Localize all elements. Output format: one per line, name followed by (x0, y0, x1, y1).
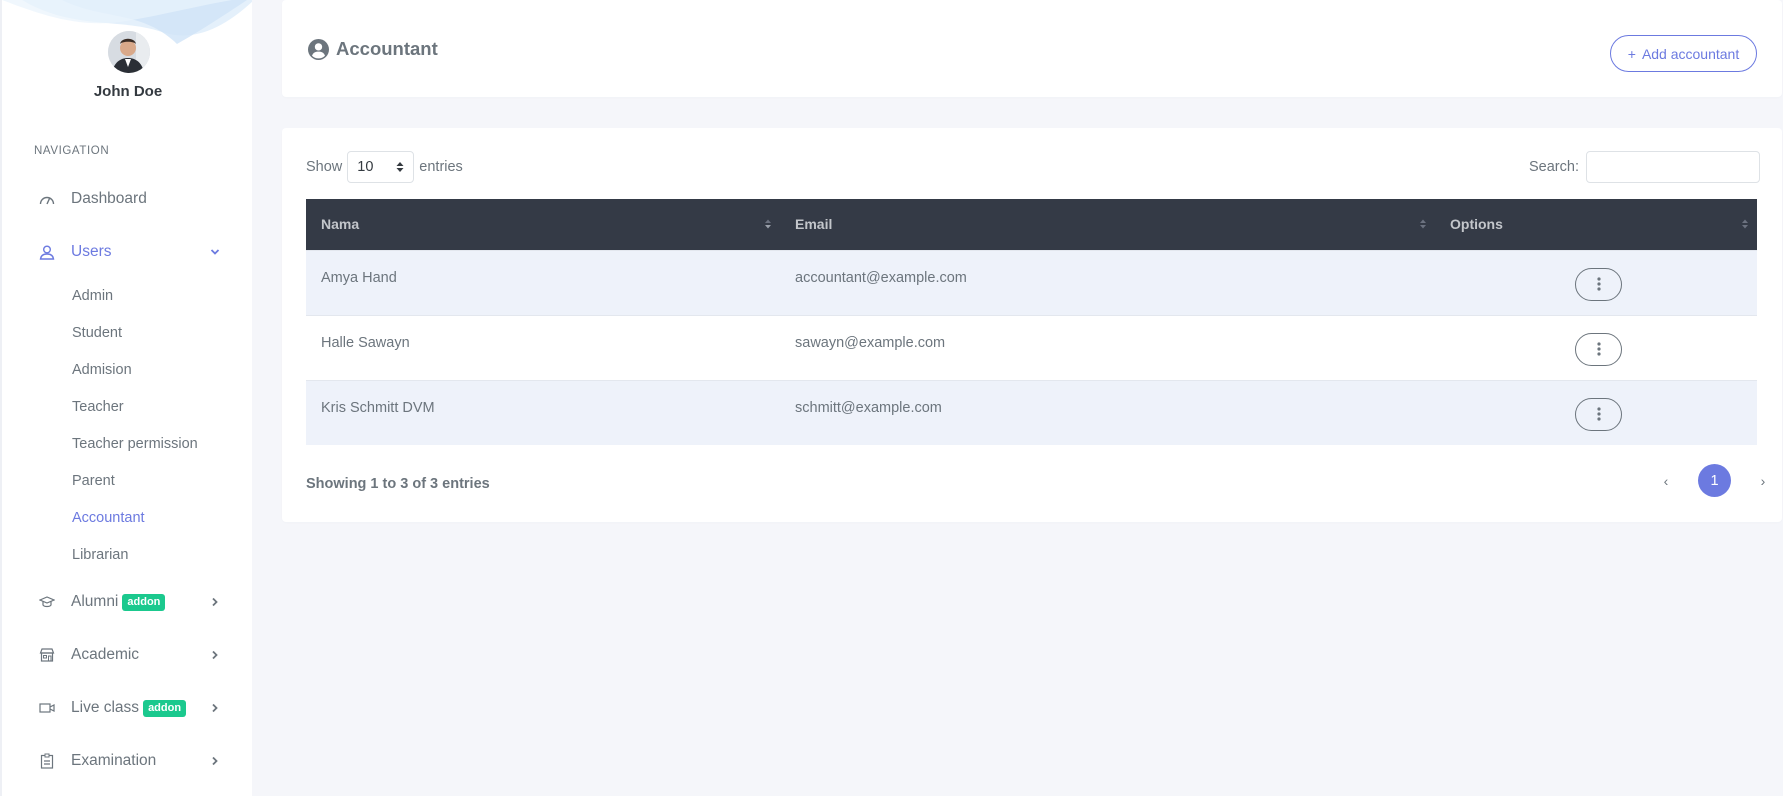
user-circle-icon (308, 38, 329, 60)
sidebar-item-label-wrap: Live class addon (71, 699, 187, 717)
sidebar-subitem-accountant[interactable]: Accountant (72, 510, 145, 526)
clipboard-icon (38, 752, 56, 770)
page-title: Accountant (308, 38, 438, 60)
cell-name: Halle Sawayn (321, 334, 410, 351)
column-header-label: Nama (321, 216, 360, 233)
add-accountant-label: Add accountant (1641, 45, 1740, 62)
table-header-row: Nama Email Options (306, 199, 1757, 250)
addon-badge: addon (143, 699, 187, 717)
sidebar-subitem-parent[interactable]: Parent (72, 473, 115, 489)
sort-icon (765, 219, 771, 229)
sidebar: John Doe NAVIGATION Dashboard Users Admi… (0, 0, 252, 796)
cell-options (1435, 380, 1757, 445)
sidebar-item-label: Alumni (71, 593, 119, 610)
sidebar-item-label: Users (71, 243, 112, 260)
column-header-label: Options (1450, 216, 1503, 233)
search-input[interactable] (1585, 151, 1760, 183)
cell-email: sawayn@example.com (795, 334, 946, 351)
chevron-down-icon (210, 249, 220, 255)
table-row: Halle Sawayn sawayn@example.com (306, 315, 1757, 380)
plus-icon: + (1627, 45, 1636, 62)
table-row: Amya Hand accountant@example.com (306, 250, 1757, 315)
sidebar-subitem-teacher-permission[interactable]: Teacher permission (72, 436, 198, 452)
table-row: Kris Schmitt DVM schmitt@example.com (306, 380, 1757, 445)
cell-options (1435, 250, 1757, 315)
chevron-right-icon (212, 703, 218, 713)
sidebar-subitem-admin[interactable]: Admin (72, 288, 113, 304)
sidebar-item-examination[interactable]: Examination (2, 746, 252, 776)
dashboard-gauge-icon (38, 190, 56, 208)
school-building-icon (38, 646, 56, 664)
page-length-control: Show 10 entries (306, 151, 463, 183)
more-vertical-icon (1596, 407, 1601, 421)
accountant-table: Nama Email Options Amya Hand accountant@… (306, 199, 1757, 445)
sidebar-item-live-class[interactable]: Live class addon (2, 693, 252, 723)
page-length-select[interactable]: 10 (347, 151, 415, 183)
navigation-heading: NAVIGATION (34, 145, 110, 157)
cell-email: schmitt@example.com (795, 399, 942, 416)
page-button-current[interactable]: 1 (1698, 464, 1731, 497)
sidebar-item-label: Examination (71, 752, 157, 769)
addon-badge: addon (122, 593, 166, 611)
avatar[interactable] (108, 31, 150, 73)
add-accountant-button[interactable]: + Add accountant (1610, 35, 1757, 72)
sidebar-item-label: Dashboard (71, 190, 147, 207)
graduation-cap-icon (38, 593, 56, 611)
cell-name: Amya Hand (321, 269, 397, 286)
sort-icon (1420, 219, 1426, 229)
column-header-nama[interactable]: Nama (306, 199, 780, 250)
row-options-button[interactable] (1575, 397, 1622, 431)
sort-icon (1742, 219, 1748, 229)
previous-page-button[interactable]: ‹ (1649, 465, 1683, 497)
chevron-right-icon (212, 650, 218, 660)
sidebar-item-dashboard[interactable]: Dashboard (2, 184, 252, 214)
page-length-value: 10 (357, 159, 374, 175)
cell-options (1435, 315, 1757, 380)
more-vertical-icon (1596, 277, 1601, 291)
select-arrows-icon (396, 162, 404, 172)
sidebar-item-label-wrap: Alumni addon (71, 593, 166, 611)
sidebar-item-users[interactable]: Users (2, 237, 252, 267)
column-header-email[interactable]: Email (780, 199, 1435, 250)
sidebar-subitem-admision[interactable]: Admision (72, 362, 132, 378)
entries-label: entries (419, 159, 463, 175)
table-info: Showing 1 to 3 of 3 entries (306, 476, 490, 492)
accountant-table-card: Show 10 entries Search: Nama Email Optio… (282, 128, 1782, 522)
more-vertical-icon (1596, 342, 1601, 356)
sidebar-subitem-student[interactable]: Student (72, 325, 122, 341)
row-options-button[interactable] (1575, 332, 1622, 366)
sidebar-item-alumni[interactable]: Alumni addon (2, 587, 252, 617)
column-header-options[interactable]: Options (1435, 199, 1757, 250)
show-label: Show (306, 159, 343, 175)
sidebar-item-academic[interactable]: Academic (2, 640, 252, 670)
page-header-card: Accountant + Add accountant (282, 0, 1782, 97)
avatar-image (108, 31, 150, 73)
chevron-right-icon (212, 597, 218, 607)
page-title-text: Accountant (336, 38, 438, 59)
chevron-right-icon (212, 756, 218, 766)
search-control: Search: (1529, 151, 1760, 183)
search-label: Search: (1529, 159, 1579, 175)
sidebar-item-label: Live class (71, 699, 140, 716)
user-icon (38, 243, 56, 261)
video-camera-icon (38, 699, 56, 717)
sidebar-subitem-teacher[interactable]: Teacher (72, 399, 124, 415)
cell-name: Kris Schmitt DVM (321, 399, 435, 416)
cell-email: accountant@example.com (795, 269, 967, 286)
sidebar-subitem-librarian[interactable]: Librarian (72, 547, 128, 563)
row-options-button[interactable] (1575, 267, 1622, 301)
pagination: ‹ 1 › (1649, 464, 1780, 497)
next-page-button[interactable]: › (1746, 465, 1780, 497)
column-header-label: Email (795, 216, 833, 233)
user-name: John Doe (93, 83, 163, 100)
sidebar-item-label: Academic (71, 646, 140, 663)
